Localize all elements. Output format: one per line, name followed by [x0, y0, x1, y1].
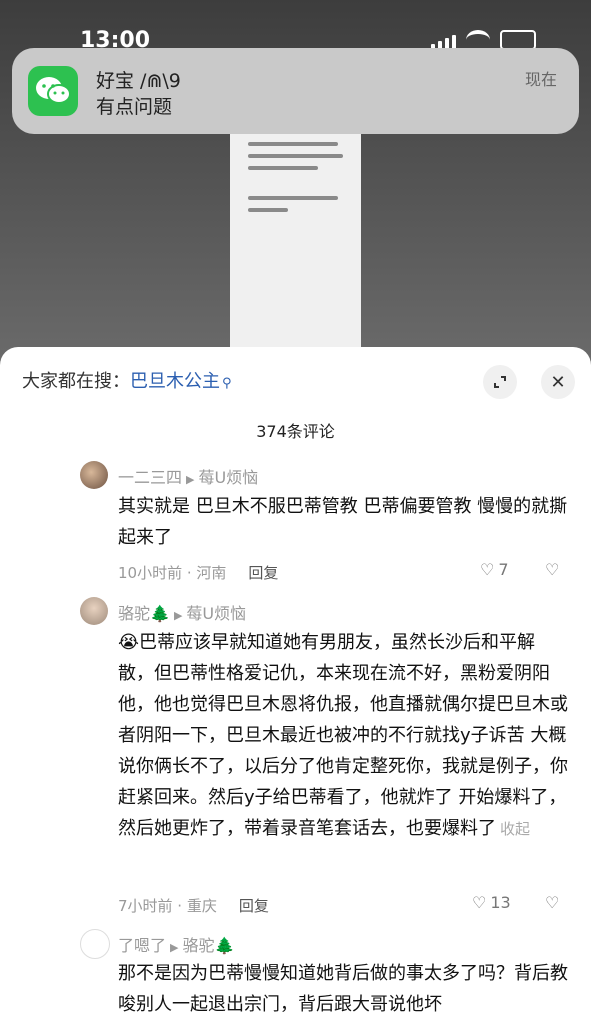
search-prefix: 大家都在搜：	[22, 371, 130, 392]
expand-button[interactable]	[483, 365, 517, 399]
notification-body: 有点问题	[96, 96, 173, 118]
status-bar: 13:00	[0, 0, 591, 53]
broken-heart-icon: ♡	[545, 560, 560, 579]
collapse-button[interactable]: 收起	[500, 820, 530, 838]
comment-time-location: 10小时前 · 河南	[118, 564, 227, 582]
comment-meta: 一二三四 ▶ 莓U烦恼	[118, 464, 258, 488]
search-suggestion[interactable]: 大家都在搜：巴旦木公主 ⚲	[22, 367, 232, 393]
comment-meta: 了嗯了 ▶ 骆驼🌲	[118, 932, 234, 956]
comment-time-location: 7小时前 · 重庆	[118, 897, 217, 915]
reply-button[interactable]: 回复	[248, 564, 278, 582]
like-button[interactable]: ♡ 7	[480, 560, 509, 579]
expand-icon	[494, 376, 506, 388]
comment-author[interactable]: 了嗯了	[118, 936, 166, 955]
reply-arrow-icon: ▶	[173, 609, 183, 622]
like-count: 13	[490, 893, 511, 912]
reply-to[interactable]: 骆驼🌲	[182, 936, 234, 955]
notification-time: 现在	[524, 70, 557, 89]
heart-icon: ♡	[480, 560, 495, 579]
close-button[interactable]: ✕	[541, 365, 575, 399]
notification-title: 好宝 /⋒\9	[96, 70, 181, 92]
comment-meta: 骆驼🌲 ▶ 莓U烦恼	[118, 600, 246, 624]
wifi-icon	[466, 30, 490, 50]
dislike-button[interactable]: ♡	[545, 560, 559, 579]
heart-icon: ♡	[472, 893, 487, 912]
search-term-link[interactable]: 巴旦木公主	[130, 371, 220, 392]
reply-arrow-icon: ▶	[186, 473, 195, 486]
screenshot-preview	[230, 132, 361, 352]
broken-heart-icon: ♡	[545, 893, 560, 912]
search-icon: ⚲	[222, 376, 232, 391]
comment-count: 374条评论	[256, 422, 335, 441]
wechat-icon	[28, 66, 78, 116]
comment-text: 那不是因为巴蒂慢慢知道她背后做的事太多了吗？背后教唆别人一起退出宗门，背后跟大哥…	[118, 963, 568, 1015]
comment-author[interactable]: 骆驼🌲	[118, 604, 170, 623]
status-icons	[431, 30, 536, 50]
reply-to[interactable]: 莓U烦恼	[198, 468, 258, 487]
comment-body: 😭巴蒂应该早就知道她有男朋友，虽然长沙后和平解散，但巴蒂性格爱记仇，本来现在流不…	[118, 632, 568, 839]
notification-banner[interactable]: 好宝 /⋒\9 有点问题 现在	[12, 48, 579, 134]
close-icon: ✕	[550, 371, 566, 393]
comments-sheet: 大家都在搜：巴旦木公主 ⚲ ✕ 374条评论 一二三四 ▶ 莓U烦恼 其实就是 巴旦木…	[0, 347, 591, 1024]
avatar[interactable]	[80, 929, 110, 959]
like-button[interactable]: ♡ 13	[472, 893, 511, 912]
reply-button[interactable]: 回复	[239, 897, 269, 915]
comment-text: 😭巴蒂应该早就知道她有男朋友，虽然长沙后和平解散，但巴蒂性格爱记仇，本来现在流不…	[118, 627, 568, 845]
comment-footer: 10小时前 · 河南 回复	[118, 562, 278, 583]
dislike-button[interactable]: ♡	[545, 893, 559, 912]
comment-footer: 7小时前 · 重庆 回复	[118, 895, 269, 916]
avatar[interactable]	[80, 461, 108, 489]
like-count: 7	[498, 560, 509, 579]
reply-to[interactable]: 莓U烦恼	[186, 604, 246, 623]
comment-author[interactable]: 一二三四	[118, 468, 182, 487]
avatar[interactable]	[80, 597, 108, 625]
comment-text: 其实就是 巴旦木不服巴蒂管教 巴蒂偏要管教 慢慢的就撕起来了	[118, 496, 568, 548]
reply-arrow-icon: ▶	[170, 941, 179, 954]
battery-icon	[500, 30, 536, 50]
